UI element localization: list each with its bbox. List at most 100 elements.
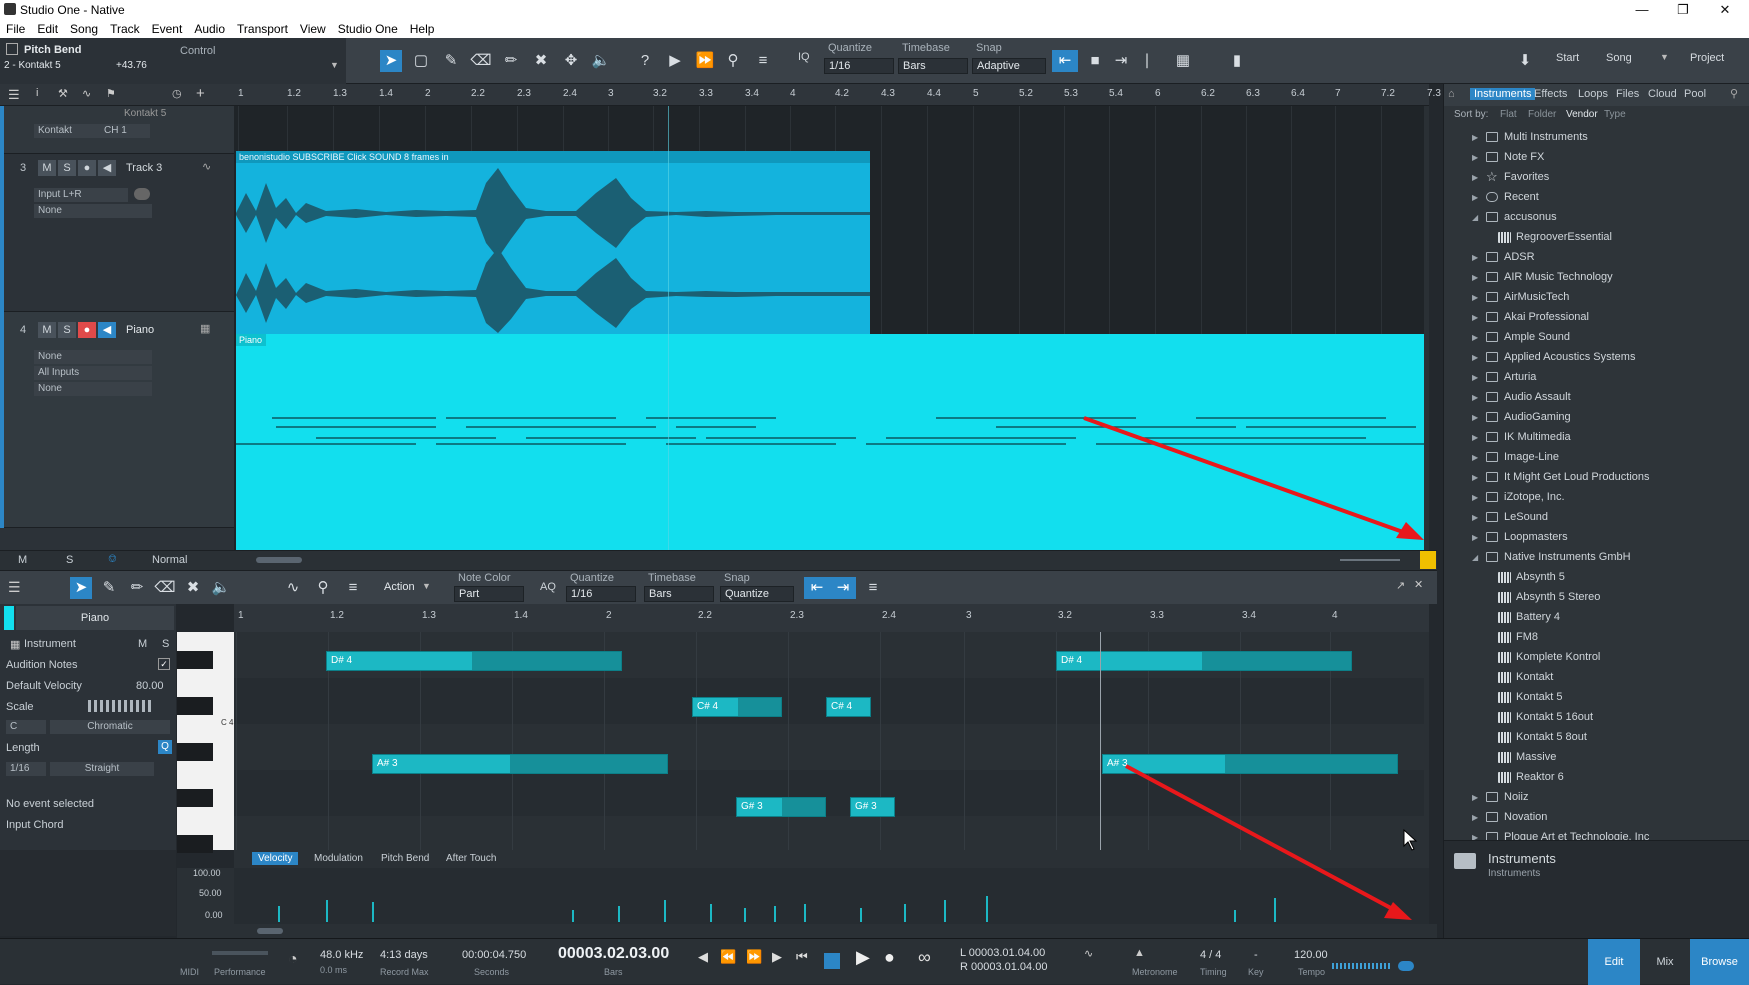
- lock-icon[interactable]: [6, 43, 18, 55]
- velocity-bar[interactable]: [326, 900, 328, 922]
- track-io1[interactable]: Kontakt: [34, 124, 104, 138]
- browser-item[interactable]: RegrooverEssential: [1444, 228, 1749, 248]
- browser-item[interactable]: Absynth 5 Stereo: [1444, 588, 1749, 608]
- midi-note[interactable]: D# 4: [326, 651, 622, 671]
- black-key[interactable]: [177, 651, 213, 669]
- browser-item[interactable]: ▶ Arturia: [1444, 368, 1749, 388]
- browser-item[interactable]: ◢ Native Instruments GmbH: [1444, 548, 1749, 568]
- grid-icon[interactable]: ≡: [752, 50, 774, 72]
- expand-icon[interactable]: ▶: [1472, 313, 1478, 322]
- expand-icon[interactable]: ▶: [1472, 413, 1478, 422]
- action-button[interactable]: Action: [384, 581, 415, 593]
- solo-button[interactable]: S: [58, 322, 76, 338]
- expand-icon[interactable]: ▶: [1472, 393, 1478, 402]
- project-button[interactable]: Project: [1690, 52, 1724, 64]
- track-4-piano[interactable]: 4 M S ● ◀ Piano ▦ None All Inputs None: [0, 312, 234, 528]
- editor-listen-icon[interactable]: 🔈: [210, 577, 232, 599]
- browser-item[interactable]: Absynth 5: [1444, 568, 1749, 588]
- stop-button[interactable]: [824, 953, 840, 969]
- help-icon[interactable]: ?: [634, 50, 656, 72]
- sort-vendor[interactable]: Vendor: [1566, 109, 1598, 120]
- search-icon[interactable]: ⚲: [1730, 87, 1738, 100]
- aq-button[interactable]: AQ: [540, 581, 556, 593]
- link-icon[interactable]: ⎊: [108, 553, 117, 566]
- key-value[interactable]: -: [1254, 949, 1258, 961]
- browser-item[interactable]: Battery 4: [1444, 608, 1749, 628]
- browser-item[interactable]: ▶ Recent: [1444, 188, 1749, 208]
- range-tool-icon[interactable]: ▢: [410, 50, 432, 72]
- iq-button[interactable]: IQ: [798, 51, 810, 63]
- expand-icon[interactable]: ▶: [1472, 193, 1478, 202]
- listen-tool-icon[interactable]: 🔈: [590, 50, 612, 72]
- track-3[interactable]: 3 M S ● ◀ Track 3 ∿ Input L+R None: [0, 154, 234, 312]
- note-color-select[interactable]: Part: [454, 586, 524, 602]
- expand-icon[interactable]: ▶: [1472, 253, 1478, 262]
- browser-item[interactable]: ▶ Akai Professional: [1444, 308, 1749, 328]
- browse-view-button[interactable]: Browse: [1690, 939, 1749, 985]
- browser-item[interactable]: ▶ AirMusicTech: [1444, 288, 1749, 308]
- midi-note[interactable]: G# 3: [850, 797, 895, 817]
- tab-instruments[interactable]: Instruments: [1470, 88, 1536, 100]
- snap-event-icon[interactable]: ■: [1084, 50, 1106, 72]
- velocity-bar[interactable]: [278, 906, 280, 922]
- editor-close-icon[interactable]: ✕: [1414, 578, 1423, 591]
- browser-item[interactable]: ▶ iZotope, Inc.: [1444, 488, 1749, 508]
- resize-corner-icon[interactable]: [1420, 551, 1436, 569]
- expand-open-icon[interactable]: ◢: [1472, 213, 1478, 222]
- snap-cursor-icon[interactable]: ⇥: [1110, 50, 1132, 72]
- editor-vscroll[interactable]: [1424, 632, 1429, 850]
- mute-button[interactable]: M: [38, 160, 56, 176]
- tab-velocity[interactable]: Velocity: [252, 852, 299, 865]
- browser-item[interactable]: Kontakt 5: [1444, 688, 1749, 708]
- forward-icon[interactable]: ⏩: [746, 949, 762, 965]
- rewind-icon[interactable]: ⏪: [720, 949, 736, 965]
- editor-split-icon[interactable]: ≡: [862, 577, 884, 599]
- velocity-bar[interactable]: [1234, 910, 1236, 922]
- track-io2[interactable]: CH 1: [100, 124, 150, 138]
- expand-icon[interactable]: ▶: [1472, 533, 1478, 542]
- quantize-select[interactable]: 1/16: [824, 58, 894, 74]
- next-icon[interactable]: ▶: [772, 949, 782, 965]
- menu-track[interactable]: Track: [104, 20, 146, 36]
- song-button[interactable]: Song: [1606, 52, 1632, 64]
- footer-mode[interactable]: Normal: [152, 554, 187, 566]
- eraser-tool-icon[interactable]: ⌫: [470, 50, 492, 72]
- midi-note[interactable]: G# 3: [736, 797, 826, 817]
- velocity-bar[interactable]: [774, 906, 776, 922]
- midi-note[interactable]: C# 4: [692, 697, 782, 717]
- editor-timebase-select[interactable]: Bars: [644, 586, 714, 602]
- menu-edit[interactable]: Edit: [31, 20, 64, 36]
- browser-item[interactable]: ▶ It Might Get Loud Productions: [1444, 468, 1749, 488]
- browser-item[interactable]: ▶ Applied Acoustics Systems: [1444, 348, 1749, 368]
- return-zero-icon[interactable]: ⏮: [796, 949, 808, 965]
- editor-quantize-select[interactable]: 1/16: [566, 586, 636, 602]
- expand-icon[interactable]: ▶: [1472, 353, 1478, 362]
- browser-item[interactable]: ◢ accusonus: [1444, 208, 1749, 228]
- tab-pitch-bend[interactable]: Pitch Bend: [381, 853, 429, 864]
- velocity-bar[interactable]: [618, 906, 620, 922]
- track-instrument[interactable]: None: [34, 350, 152, 364]
- sort-folder[interactable]: Folder: [1528, 109, 1556, 120]
- audition-checkbox[interactable]: ✓: [158, 658, 170, 670]
- minimize-icon[interactable]: —: [1622, 2, 1662, 17]
- track-output[interactable]: None: [34, 204, 152, 218]
- editor-hscrollbar[interactable]: [257, 928, 283, 934]
- browser-item[interactable]: ▶ Novation: [1444, 808, 1749, 828]
- browser-item[interactable]: Reaktor 6: [1444, 768, 1749, 788]
- track-kontakt[interactable]: Kontakt CH 1 Kontakt 5: [0, 106, 234, 154]
- expand-icon[interactable]: ▶: [1472, 273, 1478, 282]
- close-icon[interactable]: ✕: [1705, 2, 1745, 18]
- length-quantize-icon[interactable]: Q: [158, 740, 172, 754]
- browser-item[interactable]: ▶ LeSound: [1444, 508, 1749, 528]
- split-tool-icon[interactable]: ✎: [440, 50, 462, 72]
- arrange-view[interactable]: benonistudio SUBSCRIBE Click SOUND 8 fra…: [234, 106, 1429, 550]
- browser-item[interactable]: FM8: [1444, 628, 1749, 648]
- time-bars[interactable]: 00003.02.03.00: [558, 945, 669, 963]
- scale-type-select[interactable]: Chromatic: [50, 720, 170, 734]
- browser-item[interactable]: ▶ Note FX: [1444, 148, 1749, 168]
- tab-files[interactable]: Files: [1616, 88, 1639, 100]
- velocity-bar[interactable]: [744, 908, 746, 922]
- monitor-button[interactable]: ◀: [98, 160, 116, 176]
- expand-icon[interactable]: ▶: [1472, 453, 1478, 462]
- loop-icon[interactable]: ∞: [918, 947, 931, 968]
